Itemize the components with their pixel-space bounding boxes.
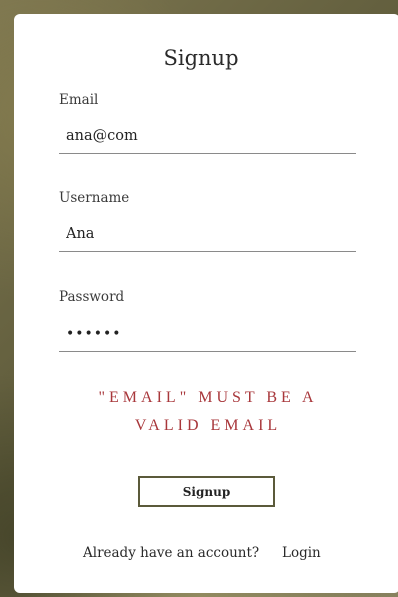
email-field[interactable] xyxy=(59,118,356,154)
signup-card: Signup Email Username Password "EMAIL" M… xyxy=(14,14,398,593)
login-link[interactable]: Login xyxy=(282,545,321,561)
username-field[interactable] xyxy=(59,216,356,252)
email-label: Email xyxy=(59,92,99,108)
password-field[interactable] xyxy=(59,316,356,352)
signup-button[interactable]: Signup xyxy=(138,476,275,507)
account-prompt-text: Already have an account? xyxy=(83,545,260,561)
page-title: Signup xyxy=(163,46,239,70)
password-label: Password xyxy=(59,289,125,305)
error-message: "EMAIL" MUST BE A VALID EMAIL xyxy=(98,389,318,434)
username-label: Username xyxy=(59,190,130,206)
